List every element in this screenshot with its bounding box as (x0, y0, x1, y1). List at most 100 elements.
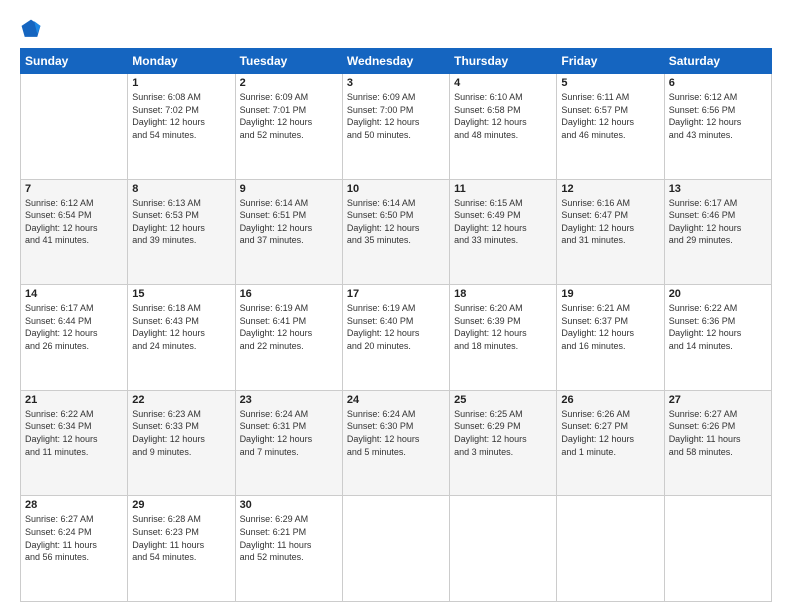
calendar-cell (342, 496, 449, 602)
calendar-cell: 26 Sunrise: 6:26 AM Sunset: 6:27 PM Dayli… (557, 390, 664, 496)
day-info: Sunrise: 6:17 AM Sunset: 6:44 PM Dayligh… (25, 302, 123, 352)
calendar-cell: 8 Sunrise: 6:13 AM Sunset: 6:53 PM Daylig… (128, 179, 235, 285)
day-number: 24 (347, 394, 445, 406)
day-number: 17 (347, 288, 445, 300)
day-number: 6 (669, 77, 767, 89)
calendar-cell: 11 Sunrise: 6:15 AM Sunset: 6:49 PM Dayli… (450, 179, 557, 285)
day-number: 10 (347, 183, 445, 195)
calendar-cell: 19Sunrise: 6:21 AM Sunset: 6:37 PM Dayli… (557, 285, 664, 391)
calendar-cell: 28 Sunrise: 6:27 AM Sunset: 6:24 PM Dayli… (21, 496, 128, 602)
calendar-cell: 22Sunrise: 6:23 AM Sunset: 6:33 PM Dayli… (128, 390, 235, 496)
calendar-week-row: 28 Sunrise: 6:27 AM Sunset: 6:24 PM Dayli… (21, 496, 772, 602)
day-info: Sunrise: 6:27 AM Sunset: 6:24 PM Dayligh… (25, 513, 123, 563)
day-number: 2 (240, 77, 338, 89)
day-info: Sunrise: 6:26 AM Sunset: 6:27 PM Dayligh… (561, 408, 659, 458)
day-info: Sunrise: 6:18 AM Sunset: 6:43 PM Dayligh… (132, 302, 230, 352)
day-header-sunday: Sunday (21, 49, 128, 74)
day-info: Sunrise: 6:11 AM Sunset: 6:57 PM Dayligh… (561, 91, 659, 141)
day-info: Sunrise: 6:24 AM Sunset: 6:31 PM Dayligh… (240, 408, 338, 458)
day-number: 28 (25, 499, 123, 511)
calendar-cell: 3Sunrise: 6:09 AM Sunset: 7:00 PM Daylig… (342, 74, 449, 180)
day-info: Sunrise: 6:28 AM Sunset: 6:23 PM Dayligh… (132, 513, 230, 563)
day-number: 12 (561, 183, 659, 195)
day-number: 20 (669, 288, 767, 300)
day-number: 4 (454, 77, 552, 89)
day-info: Sunrise: 6:14 AM Sunset: 6:50 PM Dayligh… (347, 197, 445, 247)
calendar-cell: 27Sunrise: 6:27 AM Sunset: 6:26 PM Dayli… (664, 390, 771, 496)
calendar-cell: 24 Sunrise: 6:24 AM Sunset: 6:30 PM Dayli… (342, 390, 449, 496)
day-number: 25 (454, 394, 552, 406)
day-header-thursday: Thursday (450, 49, 557, 74)
day-info: Sunrise: 6:25 AM Sunset: 6:29 PM Dayligh… (454, 408, 552, 458)
calendar-cell: 1 Sunrise: 6:08 AM Sunset: 7:02 PM Daylig… (128, 74, 235, 180)
calendar-cell: 21 Sunrise: 6:22 AM Sunset: 6:34 PM Dayli… (21, 390, 128, 496)
day-info: Sunrise: 6:24 AM Sunset: 6:30 PM Dayligh… (347, 408, 445, 458)
day-info: Sunrise: 6:19 AM Sunset: 6:41 PM Dayligh… (240, 302, 338, 352)
day-info: Sunrise: 6:16 AM Sunset: 6:47 PM Dayligh… (561, 197, 659, 247)
day-number: 1 (132, 77, 230, 89)
day-info: Sunrise: 6:12 AM Sunset: 6:54 PM Dayligh… (25, 197, 123, 247)
calendar-cell: 12 Sunrise: 6:16 AM Sunset: 6:47 PM Dayli… (557, 179, 664, 285)
calendar-header-row: SundayMondayTuesdayWednesdayThursdayFrid… (21, 49, 772, 74)
day-info: Sunrise: 6:22 AM Sunset: 6:34 PM Dayligh… (25, 408, 123, 458)
day-info: Sunrise: 6:19 AM Sunset: 6:40 PM Dayligh… (347, 302, 445, 352)
day-number: 26 (561, 394, 659, 406)
calendar-cell: 29 Sunrise: 6:28 AM Sunset: 6:23 PM Dayli… (128, 496, 235, 602)
calendar-cell: 5 Sunrise: 6:11 AM Sunset: 6:57 PM Daylig… (557, 74, 664, 180)
day-number: 18 (454, 288, 552, 300)
day-number: 11 (454, 183, 552, 195)
logo (20, 18, 46, 40)
day-info: Sunrise: 6:29 AM Sunset: 6:21 PM Dayligh… (240, 513, 338, 563)
day-header-monday: Monday (128, 49, 235, 74)
day-number: 7 (25, 183, 123, 195)
calendar-cell: 17 Sunrise: 6:19 AM Sunset: 6:40 PM Dayli… (342, 285, 449, 391)
calendar-week-row: 21 Sunrise: 6:22 AM Sunset: 6:34 PM Dayli… (21, 390, 772, 496)
day-info: Sunrise: 6:09 AM Sunset: 7:01 PM Dayligh… (240, 91, 338, 141)
day-number: 15 (132, 288, 230, 300)
page: SundayMondayTuesdayWednesdayThursdayFrid… (0, 0, 792, 612)
calendar-cell: 23 Sunrise: 6:24 AM Sunset: 6:31 PM Dayli… (235, 390, 342, 496)
day-info: Sunrise: 6:20 AM Sunset: 6:39 PM Dayligh… (454, 302, 552, 352)
calendar-cell: 4Sunrise: 6:10 AM Sunset: 6:58 PM Daylig… (450, 74, 557, 180)
calendar-cell: 30 Sunrise: 6:29 AM Sunset: 6:21 PM Dayli… (235, 496, 342, 602)
calendar-cell: 25 Sunrise: 6:25 AM Sunset: 6:29 PM Dayli… (450, 390, 557, 496)
calendar-cell: 20 Sunrise: 6:22 AM Sunset: 6:36 PM Dayli… (664, 285, 771, 391)
calendar-week-row: 1 Sunrise: 6:08 AM Sunset: 7:02 PM Daylig… (21, 74, 772, 180)
day-number: 8 (132, 183, 230, 195)
calendar-cell: 16Sunrise: 6:19 AM Sunset: 6:41 PM Dayli… (235, 285, 342, 391)
day-number: 29 (132, 499, 230, 511)
day-info: Sunrise: 6:15 AM Sunset: 6:49 PM Dayligh… (454, 197, 552, 247)
calendar-cell (557, 496, 664, 602)
day-header-saturday: Saturday (664, 49, 771, 74)
day-info: Sunrise: 6:22 AM Sunset: 6:36 PM Dayligh… (669, 302, 767, 352)
day-info: Sunrise: 6:17 AM Sunset: 6:46 PM Dayligh… (669, 197, 767, 247)
calendar-cell (450, 496, 557, 602)
day-number: 9 (240, 183, 338, 195)
day-info: Sunrise: 6:12 AM Sunset: 6:56 PM Dayligh… (669, 91, 767, 141)
day-info: Sunrise: 6:23 AM Sunset: 6:33 PM Dayligh… (132, 408, 230, 458)
day-info: Sunrise: 6:09 AM Sunset: 7:00 PM Dayligh… (347, 91, 445, 141)
day-number: 23 (240, 394, 338, 406)
day-number: 30 (240, 499, 338, 511)
day-number: 14 (25, 288, 123, 300)
calendar-cell: 18 Sunrise: 6:20 AM Sunset: 6:39 PM Dayli… (450, 285, 557, 391)
calendar-cell: 14 Sunrise: 6:17 AM Sunset: 6:44 PM Dayli… (21, 285, 128, 391)
calendar-week-row: 7 Sunrise: 6:12 AM Sunset: 6:54 PM Daylig… (21, 179, 772, 285)
day-number: 13 (669, 183, 767, 195)
day-header-friday: Friday (557, 49, 664, 74)
day-header-wednesday: Wednesday (342, 49, 449, 74)
calendar-cell: 9Sunrise: 6:14 AM Sunset: 6:51 PM Daylig… (235, 179, 342, 285)
day-header-tuesday: Tuesday (235, 49, 342, 74)
day-number: 27 (669, 394, 767, 406)
calendar-cell: 13 Sunrise: 6:17 AM Sunset: 6:46 PM Dayli… (664, 179, 771, 285)
day-number: 21 (25, 394, 123, 406)
calendar-cell: 6 Sunrise: 6:12 AM Sunset: 6:56 PM Daylig… (664, 74, 771, 180)
logo-icon (20, 18, 42, 40)
calendar-week-row: 14 Sunrise: 6:17 AM Sunset: 6:44 PM Dayli… (21, 285, 772, 391)
day-info: Sunrise: 6:13 AM Sunset: 6:53 PM Dayligh… (132, 197, 230, 247)
calendar-table: SundayMondayTuesdayWednesdayThursdayFrid… (20, 48, 772, 602)
calendar-cell: 7 Sunrise: 6:12 AM Sunset: 6:54 PM Daylig… (21, 179, 128, 285)
day-info: Sunrise: 6:08 AM Sunset: 7:02 PM Dayligh… (132, 91, 230, 141)
day-number: 5 (561, 77, 659, 89)
calendar-cell (664, 496, 771, 602)
